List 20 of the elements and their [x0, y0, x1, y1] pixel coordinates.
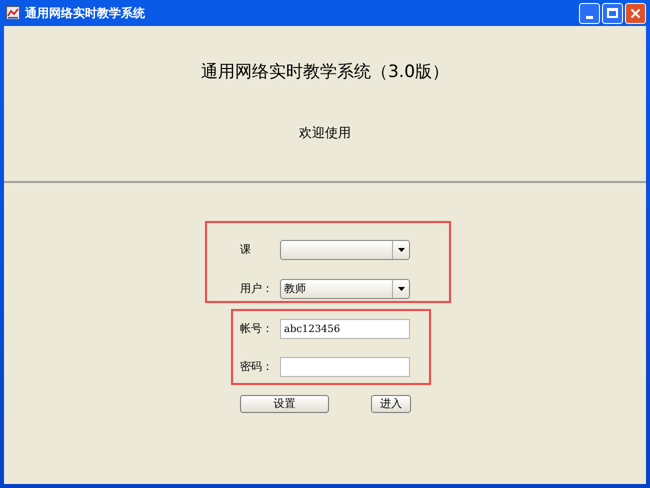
- close-icon: [630, 8, 641, 18]
- close-button[interactable]: [625, 2, 646, 24]
- dropdown[interactable]: [280, 240, 410, 260]
- field-label: 密码：: [240, 358, 274, 375]
- action-button[interactable]: 设置: [240, 395, 329, 413]
- app-icon: [6, 6, 20, 20]
- field-label: 帐号：: [240, 320, 274, 337]
- dropdown[interactable]: 教师: [280, 279, 410, 299]
- input-field[interactable]: [280, 357, 410, 377]
- caret-icon: [398, 248, 404, 252]
- field-label: 课: [240, 242, 252, 258]
- field-label: 用户：: [240, 280, 274, 297]
- caret-icon: [398, 287, 404, 291]
- welcome-text: 欢迎使用: [299, 124, 351, 142]
- input-field[interactable]: abc123456: [280, 319, 410, 339]
- minimize-button[interactable]: [579, 2, 600, 24]
- maximize-button[interactable]: [602, 2, 623, 24]
- window-title: 通用网络实时教学系统: [25, 5, 145, 22]
- app-heading: 通用网络实时教学系统（3.0版）: [200, 61, 450, 84]
- action-button[interactable]: 进入: [371, 395, 411, 413]
